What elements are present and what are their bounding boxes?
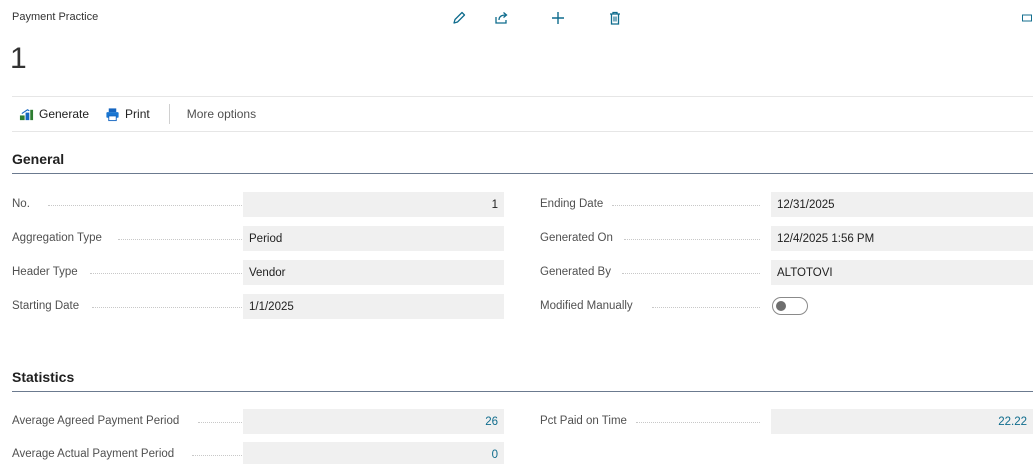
generated-on-field[interactable]: 12/4/2025 1:56 PM [771, 226, 1033, 251]
action-divider [168, 104, 170, 124]
generate-icon [19, 108, 34, 120]
pct-paid-on-time-value[interactable]: 22.22 [771, 409, 1033, 434]
header-type-field[interactable]: Vendor [243, 260, 504, 285]
field-aggregation-type: Aggregation Type Period [12, 226, 504, 251]
no-field[interactable]: 1 [243, 192, 504, 217]
avg-agreed-period-value[interactable]: 26 [243, 409, 504, 434]
field-generated-by: Generated By ALTOTOVI [540, 260, 1033, 285]
toggle-knob [776, 301, 786, 311]
more-options-button[interactable]: More options [187, 107, 256, 121]
field-label: No. [12, 198, 30, 210]
field-modified-manually: Modified Manually [540, 294, 1033, 318]
aggregation-type-field[interactable]: Period [243, 226, 504, 251]
print-button[interactable]: Print [105, 107, 150, 122]
collapse-icon[interactable] [1021, 8, 1033, 28]
field-pct-paid-on-time: Pct Paid on Time 22.22 [540, 409, 1033, 434]
field-label: Average Agreed Payment Period [12, 415, 180, 427]
action-bar: Generate Print More options [12, 96, 1033, 132]
page-header: Payment Practice [0, 0, 1033, 36]
share-icon[interactable] [491, 8, 511, 28]
field-label: Ending Date [540, 198, 604, 210]
field-label: Average Actual Payment Period [12, 448, 175, 460]
edit-icon[interactable] [449, 8, 469, 28]
field-avg-actual-period: Average Actual Payment Period 0 [12, 442, 504, 464]
field-label: Generated On [540, 232, 613, 244]
avg-actual-period-value[interactable]: 0 [243, 442, 504, 464]
delete-icon[interactable] [605, 8, 625, 28]
section-title-general[interactable]: General [12, 151, 1033, 174]
add-icon[interactable] [548, 8, 568, 28]
generate-button[interactable]: Generate [19, 107, 89, 122]
field-header-type: Header Type Vendor [12, 260, 504, 285]
generate-label: Generate [39, 107, 90, 121]
field-label: Generated By [540, 266, 611, 278]
field-ending-date: Ending Date 12/31/2025 [540, 192, 1033, 217]
print-label: Print [125, 107, 150, 121]
field-generated-on: Generated On 12/4/2025 1:56 PM [540, 226, 1033, 251]
field-no: No. 1 [12, 192, 504, 217]
field-avg-agreed-period: Average Agreed Payment Period 26 [12, 409, 504, 434]
generated-by-field[interactable]: ALTOTOVI [771, 260, 1033, 285]
field-label: Aggregation Type [12, 232, 102, 244]
field-label: Header Type [12, 266, 78, 278]
field-label: Pct Paid on Time [540, 415, 627, 427]
field-label: Starting Date [12, 300, 80, 312]
field-label: Modified Manually [540, 300, 633, 312]
modified-manually-toggle[interactable] [772, 297, 808, 315]
print-icon [106, 107, 119, 121]
section-title-statistics[interactable]: Statistics [12, 369, 1033, 392]
page-caption: Payment Practice [12, 11, 99, 23]
record-title: 1 [10, 42, 27, 75]
field-starting-date: Starting Date 1/1/2025 [12, 294, 504, 319]
starting-date-field[interactable]: 1/1/2025 [243, 294, 504, 319]
ending-date-field[interactable]: 12/31/2025 [771, 192, 1033, 217]
